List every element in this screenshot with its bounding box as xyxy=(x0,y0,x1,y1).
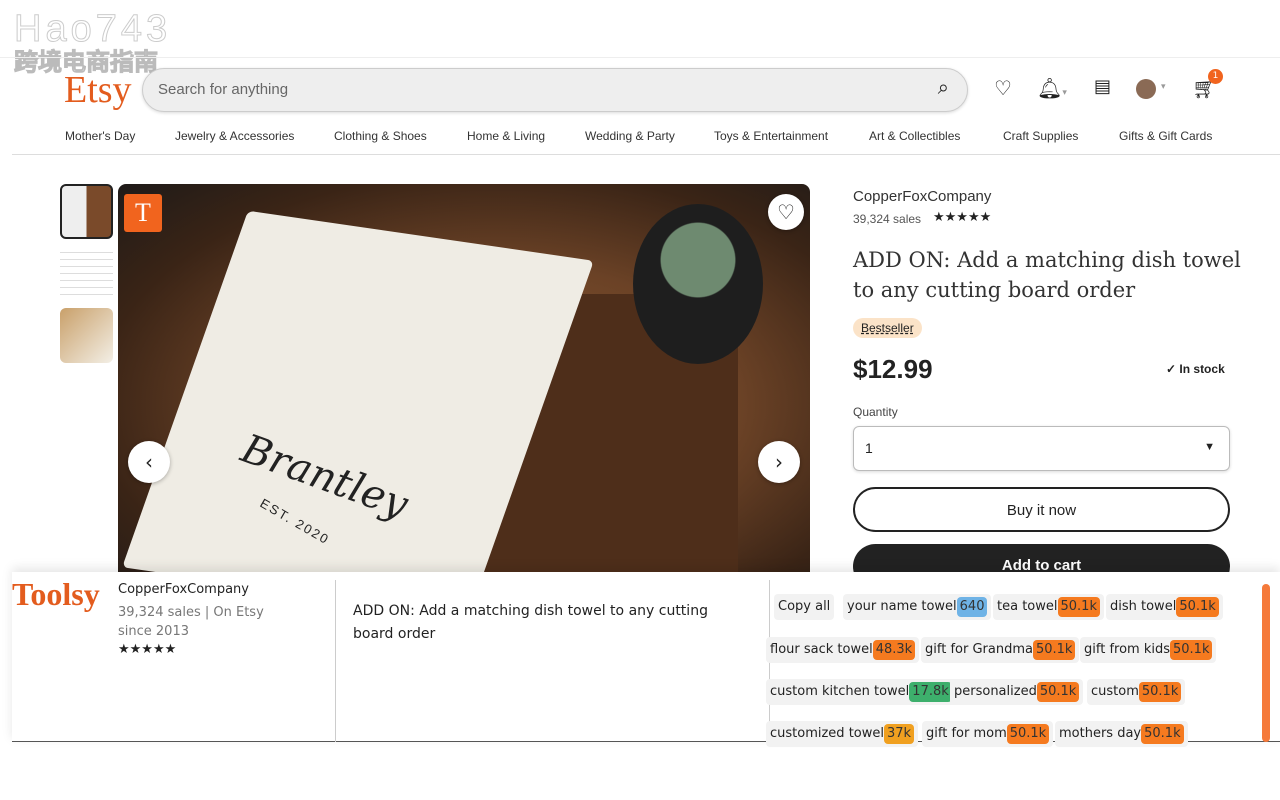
check-icon: ✓ xyxy=(1166,362,1180,376)
toolsy-shop-meta: 39,324 sales | On Etsy since 2013 xyxy=(118,605,264,639)
tag-count: 50.1k xyxy=(1138,682,1182,702)
tag-label: customized towel xyxy=(770,726,884,741)
tag-count: 50.1k xyxy=(1141,724,1184,744)
nav-item[interactable]: Home & Living xyxy=(467,129,545,143)
search-placeholder: Search for anything xyxy=(158,81,289,98)
keyword-tag[interactable]: customized towel 37k xyxy=(766,721,919,747)
tag-count: 50.1k xyxy=(1170,640,1213,660)
avatar[interactable] xyxy=(1136,79,1156,99)
scrollbar[interactable] xyxy=(1262,584,1270,742)
tag-label: your name towel xyxy=(847,599,957,614)
bestseller-badge: Bestseller xyxy=(853,318,922,338)
image-badge: T xyxy=(124,194,162,232)
keyword-tag[interactable]: mothers day 50.1k xyxy=(1055,721,1188,747)
nav-item[interactable]: Jewelry & Accessories xyxy=(175,129,294,143)
product-image: Brantley EST. 2020 T ♡ ‹ › xyxy=(118,184,810,584)
quantity-value: 1 xyxy=(865,440,873,456)
tag-label: gift for Grandma xyxy=(925,642,1033,657)
tag-label: custom xyxy=(1091,684,1139,699)
keyword-tag[interactable]: custom kitchen towel 17.8k xyxy=(766,679,956,705)
tag-count: 17.8k xyxy=(909,682,952,702)
keyword-tag[interactable]: dish towel 50.1k xyxy=(1106,594,1223,620)
keyword-tag[interactable]: personalized 50.1k xyxy=(950,679,1084,705)
tag-label: flour sack towel xyxy=(770,642,873,657)
bell-icon[interactable]: 🔔︎▾ xyxy=(1037,76,1067,100)
quantity-label: Quantity xyxy=(853,405,898,419)
shop-icon[interactable]: ▤ xyxy=(1094,76,1111,97)
keyword-tag[interactable]: custom 50.1k xyxy=(1087,679,1186,705)
cart-count-badge: 1 xyxy=(1208,69,1223,84)
etsy-logo[interactable]: Etsy xyxy=(64,68,132,112)
tag-label: gift for mom xyxy=(926,726,1007,741)
toolsy-logo: Toolsy xyxy=(12,576,100,612)
prev-image-button[interactable]: ‹ xyxy=(128,441,170,483)
sales-count: 39,324 sales xyxy=(853,212,922,226)
nav-item[interactable]: Gifts & Gift Cards xyxy=(1119,129,1212,143)
thumbnail-1[interactable] xyxy=(60,184,113,239)
heart-icon[interactable]: ♡ xyxy=(994,76,1012,100)
rating-stars: ★★★★★ xyxy=(933,209,992,224)
toolsy-shop-name[interactable]: CopperFoxCompany xyxy=(118,582,249,597)
tag-label: dish towel xyxy=(1110,599,1177,614)
keyword-tag[interactable]: flour sack towel 48.3k xyxy=(766,637,920,663)
keyword-tag[interactable]: your name towel 640 xyxy=(843,594,992,620)
tag-label: tea towel xyxy=(997,599,1058,614)
nav-divider xyxy=(12,154,1280,155)
thumbnail-2[interactable] xyxy=(60,246,113,301)
tag-label: custom kitchen towel xyxy=(770,684,910,699)
toolsy-title: ADD ON: Add a matching dish towel to any… xyxy=(353,603,708,642)
tag-count: 640 xyxy=(956,597,988,617)
tag-count: 50.1k xyxy=(1176,597,1219,617)
thumbnail-3[interactable] xyxy=(60,308,113,363)
next-image-button[interactable]: › xyxy=(758,441,800,483)
watermark: Hao743 xyxy=(13,8,172,50)
stock-label: In stock xyxy=(1179,362,1225,376)
keyword-tag[interactable]: gift for mom 50.1k xyxy=(922,721,1054,747)
nav-item[interactable]: Mother's Day xyxy=(65,129,135,143)
tag-count: 37k xyxy=(884,724,915,744)
shop-name[interactable]: CopperFoxCompany xyxy=(853,188,991,205)
keyword-tag[interactable]: gift from kids 50.1k xyxy=(1080,637,1217,663)
tag-count: 50.1k xyxy=(1036,682,1080,702)
nav-item[interactable]: Wedding & Party xyxy=(585,129,675,143)
quantity-select[interactable]: 1 ▼ xyxy=(853,426,1230,471)
keyword-tag[interactable]: tea towel 50.1k xyxy=(993,594,1104,620)
keyword-tag[interactable]: gift for Grandma 50.1k xyxy=(921,637,1080,663)
toolsy-stars: ★★★★★ xyxy=(118,642,177,657)
tag-count: 50.1k xyxy=(1006,724,1050,744)
stock-status: ✓ In stock xyxy=(1166,362,1225,376)
top-divider xyxy=(0,57,1280,58)
nav-item[interactable]: Art & Collectibles xyxy=(869,129,960,143)
price: $12.99 xyxy=(853,354,933,384)
succulent-pot xyxy=(633,204,763,364)
chevron-down-icon[interactable]: ▾ xyxy=(1161,82,1166,92)
search-input[interactable]: Search for anything ⌕ xyxy=(142,68,968,112)
tag-count: 50.1k xyxy=(1032,640,1076,660)
tag-count: 48.3k xyxy=(872,640,916,660)
tag-label: mothers day xyxy=(1059,726,1142,741)
tag-count: 50.1k xyxy=(1057,597,1100,617)
favorite-heart-icon[interactable]: ♡ xyxy=(768,194,804,230)
nav-item[interactable]: Toys & Entertainment xyxy=(714,129,828,143)
copy-all-button[interactable]: Copy all xyxy=(774,594,835,620)
search-icon[interactable]: ⌕ xyxy=(938,77,949,100)
nav-item[interactable]: Clothing & Shoes xyxy=(334,129,427,143)
panel-divider xyxy=(335,580,336,742)
tag-label: gift from kids xyxy=(1084,642,1170,657)
tag-label: personalized xyxy=(954,684,1037,699)
toolsy-panel: Toolsy CopperFoxCompany 39,324 sales | O… xyxy=(12,572,1280,747)
product-title: ADD ON: Add a matching dish towel to any… xyxy=(853,248,1241,302)
buy-it-now-button[interactable]: Buy it now xyxy=(853,487,1230,532)
nav-item[interactable]: Craft Supplies xyxy=(1003,129,1078,143)
chevron-down-icon: ▼ xyxy=(1204,441,1215,453)
